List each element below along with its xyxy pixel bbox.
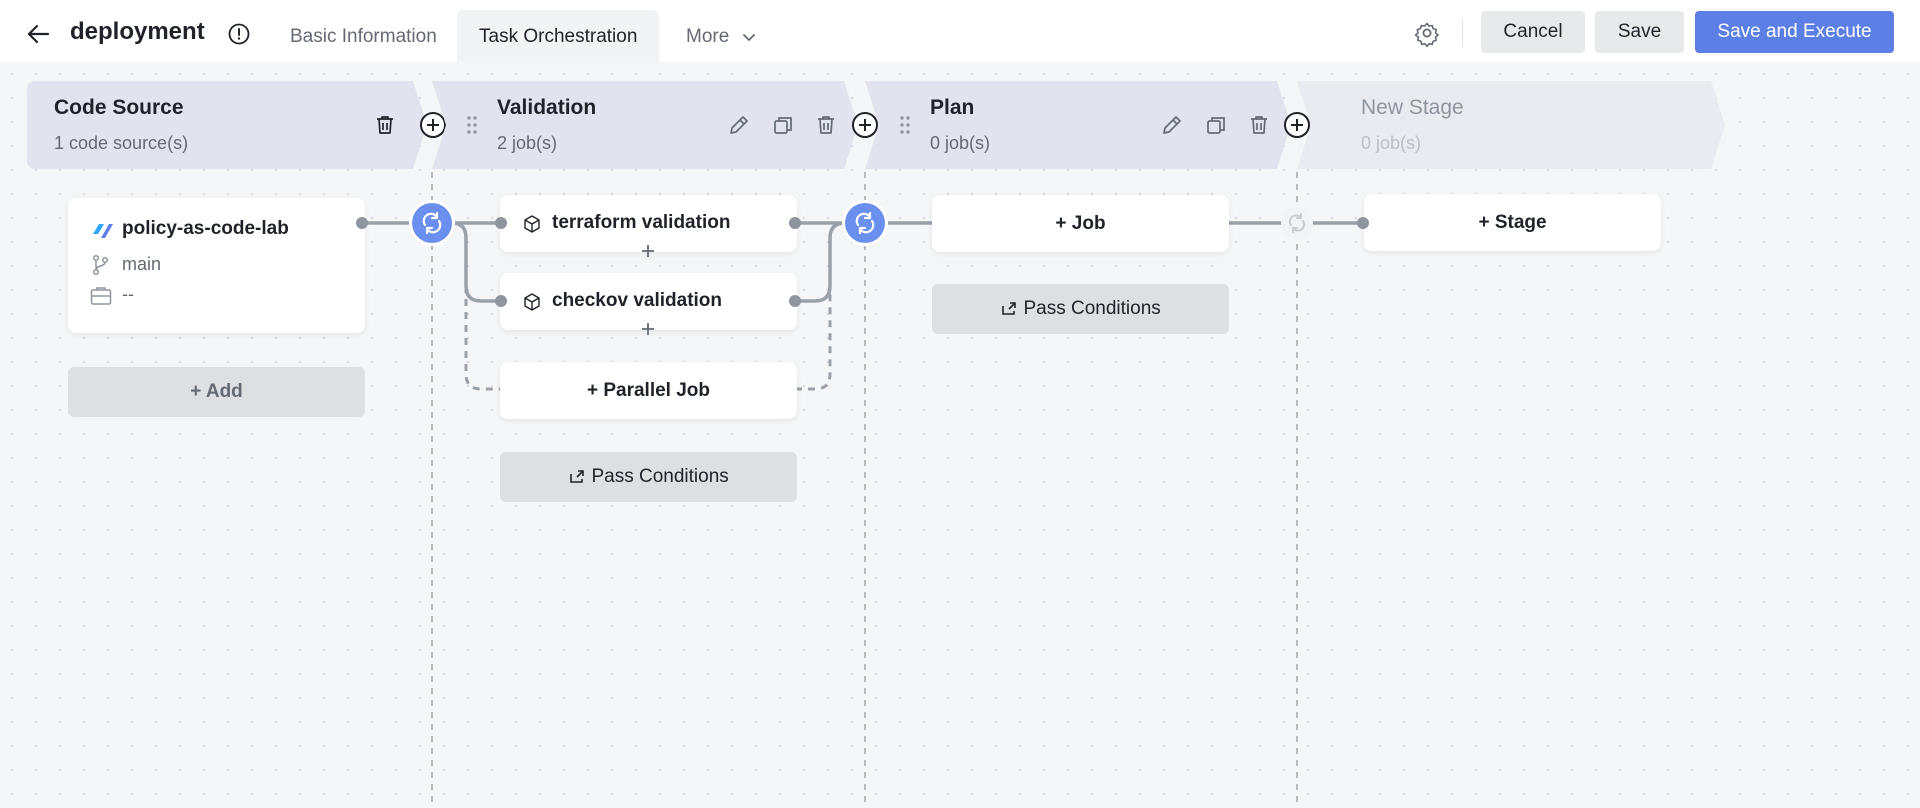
stage-trigger-node[interactable] bbox=[412, 203, 452, 243]
add-parallel-job-button[interactable]: + Parallel Job bbox=[500, 362, 797, 419]
stage-header-validation[interactable]: Validation 2 job(s) bbox=[432, 81, 858, 169]
stage-header-code-source[interactable]: Code Source 1 code source(s) bbox=[27, 81, 427, 169]
stage-header-plan[interactable]: Plan 0 job(s) bbox=[865, 81, 1291, 169]
stage-count: 0 job(s) bbox=[1361, 133, 1422, 153]
copy-icon[interactable] bbox=[1204, 113, 1228, 137]
repo-name: policy-as-code-lab bbox=[122, 218, 289, 239]
trash-icon[interactable] bbox=[1247, 113, 1271, 137]
stage-header-new-stage[interactable]: New Stage 0 job(s) bbox=[1297, 81, 1725, 169]
pipeline-connectors bbox=[360, 172, 1364, 808]
refresh-icon bbox=[422, 211, 442, 235]
connector-dot bbox=[356, 217, 368, 229]
code-source-card[interactable]: policy-as-code-lab main -- bbox=[68, 198, 365, 333]
stage-name: New Stage bbox=[1361, 96, 1464, 119]
plus-icon: + bbox=[190, 381, 206, 402]
cancel-button[interactable]: Cancel bbox=[1481, 11, 1585, 53]
add-stage-button[interactable] bbox=[852, 112, 878, 138]
connector-dot bbox=[1357, 217, 1369, 229]
stage-count: 2 job(s) bbox=[497, 133, 558, 153]
source-path: -- bbox=[122, 284, 134, 304]
connector-dot bbox=[789, 217, 801, 229]
branch-icon bbox=[92, 254, 109, 276]
repo-logo-icon bbox=[93, 224, 113, 238]
add-stage-button[interactable] bbox=[420, 112, 446, 138]
pass-conditions-label: Pass Conditions bbox=[1023, 298, 1161, 319]
arrow-left-icon[interactable] bbox=[22, 18, 54, 50]
pipeline-title: deployment bbox=[70, 18, 205, 45]
drag-handle-icon[interactable] bbox=[464, 113, 480, 137]
info-circle-icon[interactable] bbox=[227, 22, 251, 46]
add-stage-button[interactable] bbox=[1284, 112, 1310, 138]
add-label: Add bbox=[205, 381, 243, 402]
cube-icon bbox=[524, 293, 540, 311]
add-stage-card-button[interactable]: + Stage bbox=[1364, 194, 1661, 251]
connector-dot bbox=[789, 295, 801, 307]
add-job-button[interactable]: + Job bbox=[932, 195, 1229, 252]
branch-name: main bbox=[122, 254, 162, 274]
job-name: checkov validation bbox=[552, 290, 723, 311]
trash-icon[interactable] bbox=[373, 113, 397, 137]
stage-trigger-node-inactive[interactable] bbox=[1281, 207, 1313, 239]
plus-icon bbox=[427, 119, 439, 131]
plus-icon bbox=[1291, 119, 1303, 131]
add-serial-job-button[interactable] bbox=[639, 242, 657, 260]
stage-trigger-node[interactable] bbox=[845, 203, 885, 243]
orchestration-canvas: Code Source 1 code source(s) Validation … bbox=[0, 62, 1920, 808]
plus-icon: + bbox=[1478, 212, 1495, 233]
stage-count: 1 code source(s) bbox=[54, 133, 189, 153]
tab-more-label: More bbox=[686, 26, 730, 47]
save-button[interactable]: Save bbox=[1595, 11, 1684, 53]
pass-conditions-button[interactable]: Pass Conditions bbox=[932, 284, 1229, 334]
job-label: + Job bbox=[932, 195, 1229, 252]
stage-name: Plan bbox=[930, 96, 975, 119]
header-divider bbox=[1462, 19, 1463, 47]
pass-conditions-label: Pass Conditions bbox=[591, 466, 729, 487]
cube-icon bbox=[524, 215, 540, 233]
folder-icon bbox=[90, 287, 112, 305]
parallel-job-label: + Parallel Job bbox=[500, 362, 797, 419]
share-icon bbox=[1002, 302, 1017, 315]
stage-count: 0 job(s) bbox=[930, 133, 991, 153]
stage-name: Validation bbox=[497, 96, 597, 119]
save-and-execute-button[interactable]: Save and Execute bbox=[1695, 11, 1894, 53]
tab-task-orchestration[interactable]: Task Orchestration bbox=[457, 10, 660, 62]
job-text: Job bbox=[1071, 213, 1106, 234]
copy-icon[interactable] bbox=[771, 113, 795, 137]
job-name: terraform validation bbox=[552, 212, 731, 233]
refresh-icon bbox=[855, 211, 875, 235]
gear-icon[interactable] bbox=[1413, 19, 1441, 47]
share-icon bbox=[570, 470, 585, 483]
drag-handle-icon[interactable] bbox=[897, 113, 913, 137]
pencil-icon[interactable] bbox=[727, 113, 751, 137]
tab-more[interactable]: More bbox=[664, 10, 779, 62]
pass-conditions-button[interactable]: Pass Conditions bbox=[500, 452, 797, 502]
plus-icon: + bbox=[586, 380, 604, 401]
top-bar: deployment Basic Information Task Orches… bbox=[0, 0, 1920, 62]
add-code-source-button[interactable]: + Add bbox=[68, 367, 365, 417]
refresh-icon bbox=[1288, 213, 1306, 233]
plus-icon bbox=[859, 119, 871, 131]
plus-icon: + bbox=[1055, 213, 1072, 234]
connector-dot bbox=[495, 217, 507, 229]
chevron-down-icon bbox=[742, 34, 755, 41]
pencil-icon[interactable] bbox=[1160, 113, 1184, 137]
add-serial-job-button[interactable] bbox=[639, 320, 657, 338]
tab-basic-information[interactable]: Basic Information bbox=[268, 10, 459, 62]
stage-text: Stage bbox=[1494, 212, 1547, 233]
stage-name: Code Source bbox=[54, 96, 184, 119]
parallel-job-text: Parallel Job bbox=[603, 380, 711, 401]
stage-label: + Stage bbox=[1364, 194, 1661, 251]
trash-icon[interactable] bbox=[814, 113, 838, 137]
connector-dot bbox=[495, 295, 507, 307]
